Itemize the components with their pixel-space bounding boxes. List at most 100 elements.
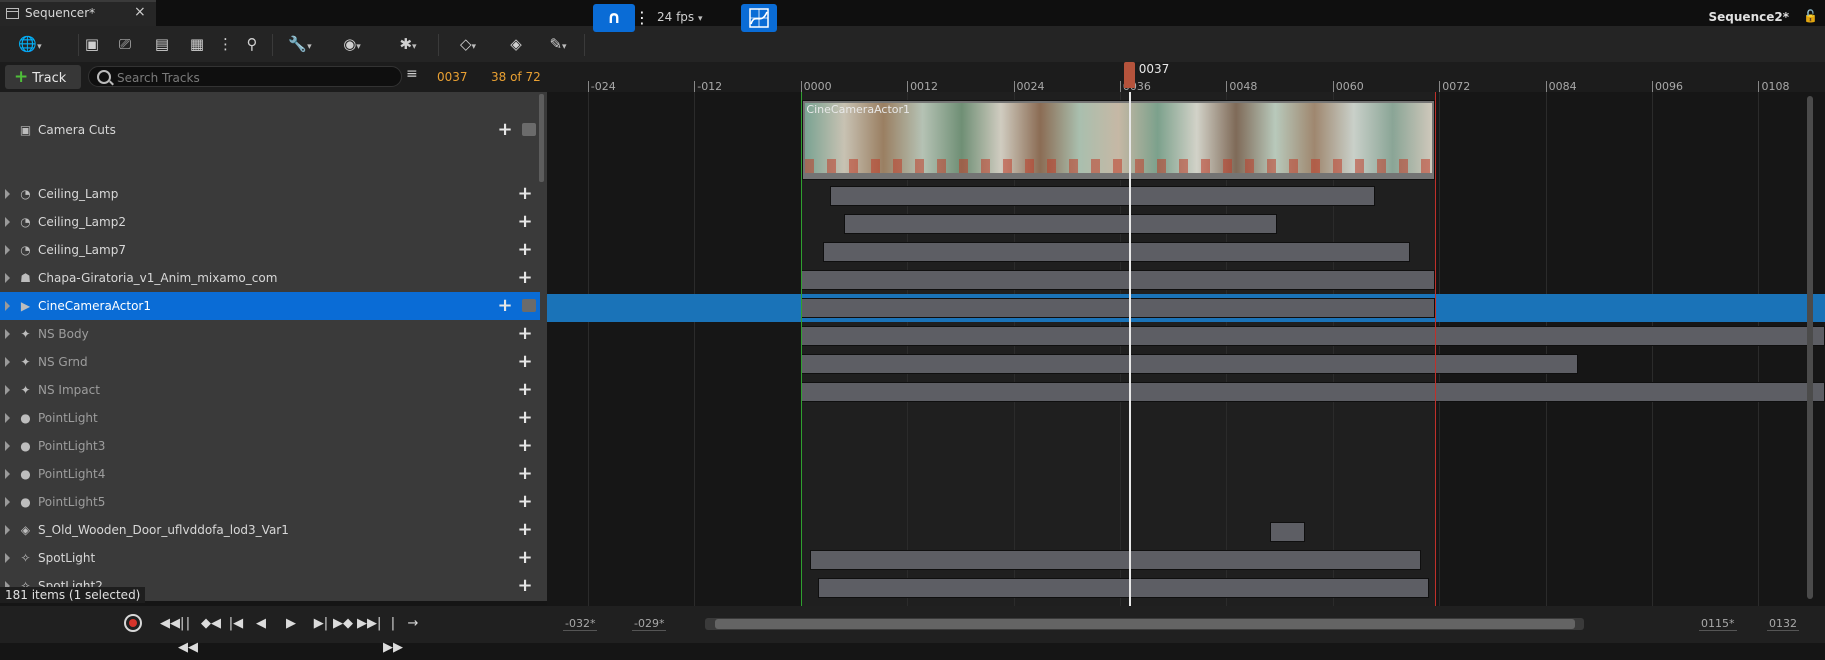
playback-end-marker[interactable] <box>1434 92 1436 606</box>
track-row[interactable]: ◔ Ceiling_Lamp2 + <box>0 208 540 236</box>
track-row[interactable]: ● PointLight3 + <box>0 432 540 460</box>
track-row[interactable]: ◈ S_Old_Wooden_Door_uflvddofa_lod3_Var1 + <box>0 516 540 544</box>
expand-arrow-icon[interactable] <box>5 273 10 283</box>
key-icon[interactable]: ◇▾ <box>450 34 486 54</box>
track-section[interactable] <box>829 186 1376 206</box>
folder-icon[interactable]: ⎚ <box>114 34 136 54</box>
add-section-icon[interactable]: + <box>517 408 533 428</box>
track-section[interactable] <box>800 298 1435 318</box>
add-section-icon[interactable]: + <box>517 212 533 232</box>
playback-range-start[interactable]: -029* <box>632 617 667 631</box>
track-list[interactable]: ▣ Camera Cuts + ◔ Ceiling_Lamp + ◔ Ceiling_Lamp… <box>0 92 547 601</box>
add-section-icon[interactable]: + <box>517 324 533 344</box>
expand-arrow-icon[interactable] <box>5 385 10 395</box>
expand-arrow-icon[interactable] <box>5 301 10 311</box>
snap-options-icon[interactable]: ⋮ <box>634 4 650 32</box>
view-range-end[interactable]: 0132 <box>1767 617 1799 631</box>
search-input[interactable] <box>115 68 399 87</box>
expand-arrow-icon[interactable] <box>5 245 10 255</box>
playhead-handle[interactable] <box>1123 62 1135 88</box>
add-section-icon[interactable]: + <box>517 576 533 596</box>
track-row[interactable]: ▣ Camera Cuts + <box>0 106 540 172</box>
track-row[interactable]: ✦ NS Impact + <box>0 376 540 404</box>
track-section[interactable] <box>800 270 1435 290</box>
add-section-icon[interactable]: + <box>517 548 533 568</box>
autokey-icon[interactable]: ◈ <box>504 34 528 54</box>
add-section-icon[interactable]: + <box>517 184 533 204</box>
save-icon[interactable]: ▣ <box>82 34 102 54</box>
track-row[interactable]: ◔ Ceiling_Lamp7 + <box>0 236 540 264</box>
step-forward-key-icon[interactable]: ▶▶| <box>357 612 381 636</box>
timeline-area[interactable]: CineCameraActor1 <box>547 92 1825 606</box>
track-row[interactable]: ● PointLight4 + <box>0 460 540 488</box>
lock-icon[interactable]: 🔓 <box>1803 9 1818 25</box>
next-key-icon[interactable]: ▶◆ <box>332 612 354 636</box>
play-reverse-icon[interactable]: ◀ <box>250 612 272 636</box>
current-frame-readout[interactable]: 0037 <box>437 70 468 84</box>
prev-key-icon[interactable]: ◆◀ <box>200 612 222 636</box>
track-section[interactable] <box>1269 522 1306 542</box>
track-section[interactable] <box>822 242 1410 262</box>
camera-lock-icon[interactable] <box>522 299 536 312</box>
add-section-icon[interactable]: + <box>517 464 533 484</box>
track-row[interactable]: ● PointLight + <box>0 404 540 432</box>
loop-icon[interactable]: → <box>402 612 424 636</box>
close-icon[interactable]: × <box>134 4 146 20</box>
expand-arrow-icon[interactable] <box>5 329 10 339</box>
add-section-icon[interactable]: + <box>517 492 533 512</box>
add-section-icon[interactable]: + <box>517 380 533 400</box>
wrench-icon[interactable]: 🔧▾ <box>282 34 318 54</box>
expand-arrow-icon[interactable] <box>5 217 10 227</box>
fps-dropdown[interactable]: 24 fps ▾ <box>657 10 703 24</box>
tab-sequencer[interactable]: Sequencer* × <box>0 0 156 26</box>
camera-lock-icon[interactable] <box>522 123 536 136</box>
add-section-icon[interactable]: + <box>497 296 513 316</box>
track-row[interactable]: ☗ Chapa-Giratoria_v1_Anim_mixamo_com + <box>0 264 540 292</box>
expand-arrow-icon[interactable] <box>5 441 10 451</box>
expand-arrow-icon[interactable] <box>5 553 10 563</box>
camera-cut-section[interactable]: CineCameraActor1 <box>802 100 1435 180</box>
track-row[interactable]: ✧ SpotLight + <box>0 544 540 572</box>
render-icon[interactable]: ⚲ <box>240 34 264 54</box>
magnet-snap-icon[interactable]: ∩ <box>593 4 635 32</box>
playback-icon[interactable]: ✱▾ <box>388 34 428 54</box>
add-section-icon[interactable]: + <box>497 120 513 140</box>
playback-start-marker[interactable] <box>800 92 802 606</box>
add-section-icon[interactable]: + <box>517 520 533 540</box>
track-section[interactable] <box>844 214 1277 234</box>
track-section[interactable] <box>809 550 1421 570</box>
track-list-scrollbar[interactable] <box>539 94 544 182</box>
expand-arrow-icon[interactable] <box>5 469 10 479</box>
step-back-frame-icon[interactable]: |◀ <box>225 612 247 636</box>
timeline-horizontal-scroll-thumb[interactable] <box>715 619 1575 629</box>
curve-editor-icon[interactable] <box>741 4 777 32</box>
camera-icon[interactable]: ▤ <box>150 34 174 54</box>
expand-arrow-icon[interactable] <box>5 525 10 535</box>
eye-icon[interactable]: ◉▾ <box>334 34 370 54</box>
add-section-icon[interactable]: + <box>517 352 533 372</box>
add-section-icon[interactable]: + <box>517 268 533 288</box>
timeline-vertical-scrollbar[interactable] <box>1807 96 1813 599</box>
track-section[interactable] <box>800 354 1579 374</box>
track-row[interactable]: ● PointLight5 + <box>0 488 540 516</box>
step-back-key-icon[interactable]: |◀◀ <box>177 612 199 655</box>
jump-to-end-icon[interactable]: |▶▶ <box>382 612 404 655</box>
more-icon[interactable]: ⋮ <box>218 34 233 54</box>
add-section-icon[interactable]: + <box>517 436 533 456</box>
track-section[interactable] <box>800 326 1825 346</box>
track-row[interactable]: ◔ Ceiling_Lamp + <box>0 180 540 208</box>
add-track-button[interactable]: + Track <box>5 65 81 89</box>
filter-icon[interactable]: ≡ <box>406 66 422 86</box>
track-row[interactable]: ✦ NS Body + <box>0 320 540 348</box>
playback-range-end[interactable]: 0115* <box>1699 617 1737 631</box>
playhead-line[interactable] <box>1128 92 1131 606</box>
track-section[interactable] <box>800 382 1825 402</box>
search-box[interactable] <box>88 66 402 87</box>
step-forward-frame-icon[interactable]: ▶| <box>310 612 332 636</box>
expand-arrow-icon[interactable] <box>5 497 10 507</box>
time-ruler[interactable]: -024 -012 0000 0012 0024 0036 0048 0060 0072 0084… <box>547 62 1825 92</box>
clapper-icon[interactable]: ▦ <box>185 34 209 54</box>
expand-arrow-icon[interactable] <box>5 413 10 423</box>
play-icon[interactable]: ▶ <box>280 612 302 636</box>
record-button[interactable] <box>124 614 142 632</box>
